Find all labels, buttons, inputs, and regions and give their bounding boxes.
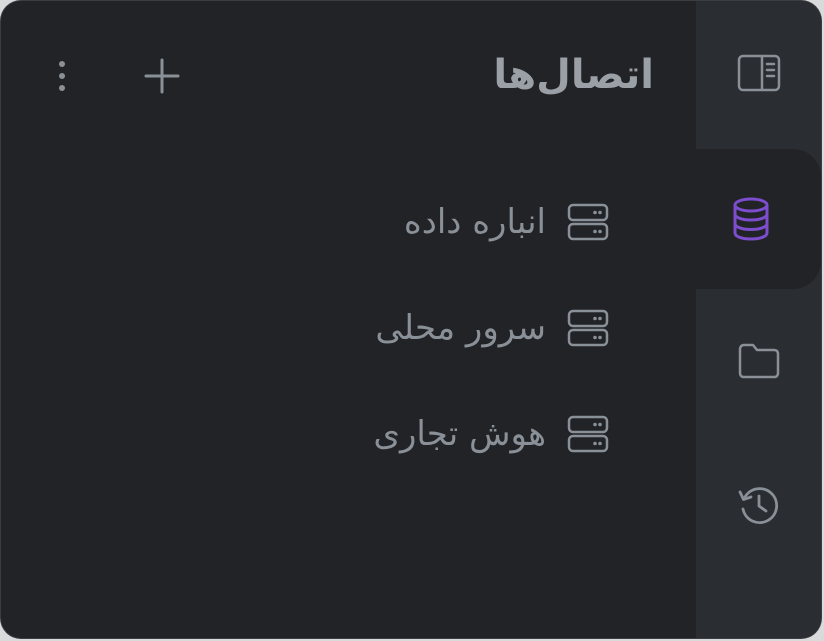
- server-icon: [566, 202, 610, 242]
- connection-label: سرور محلی: [375, 308, 546, 348]
- folder-icon: [738, 343, 779, 379]
- add-connection-button[interactable]: [135, 49, 189, 103]
- rail-item-files[interactable]: [696, 291, 821, 431]
- connection-item[interactable]: انباره داده: [373, 169, 610, 275]
- connection-list: انباره داده سرور محلی هوش تجاری: [373, 169, 610, 487]
- app-window: اتصال‌ها: [1, 1, 821, 638]
- server-icon: [566, 308, 610, 348]
- connections-panel: اتصال‌ها: [1, 1, 696, 638]
- more-options-button[interactable]: [35, 49, 89, 103]
- activity-rail: [681, 1, 821, 638]
- sidebar-panel-icon: [737, 54, 780, 92]
- database-icon: [733, 197, 769, 241]
- toggle-sidebar-button[interactable]: [696, 3, 821, 143]
- panel-title: اتصال‌ها: [493, 52, 654, 98]
- plus-icon: [144, 58, 180, 94]
- server-icon: [566, 414, 610, 454]
- connection-item[interactable]: هوش تجاری: [373, 381, 610, 487]
- rail-item-history[interactable]: [696, 435, 821, 575]
- history-icon: [738, 487, 778, 525]
- connection-item[interactable]: سرور محلی: [373, 275, 610, 381]
- rail-item-connections[interactable]: [681, 149, 821, 289]
- more-vertical-icon: [59, 61, 65, 91]
- connection-label: انباره داده: [403, 202, 546, 242]
- connection-label: هوش تجاری: [373, 414, 546, 454]
